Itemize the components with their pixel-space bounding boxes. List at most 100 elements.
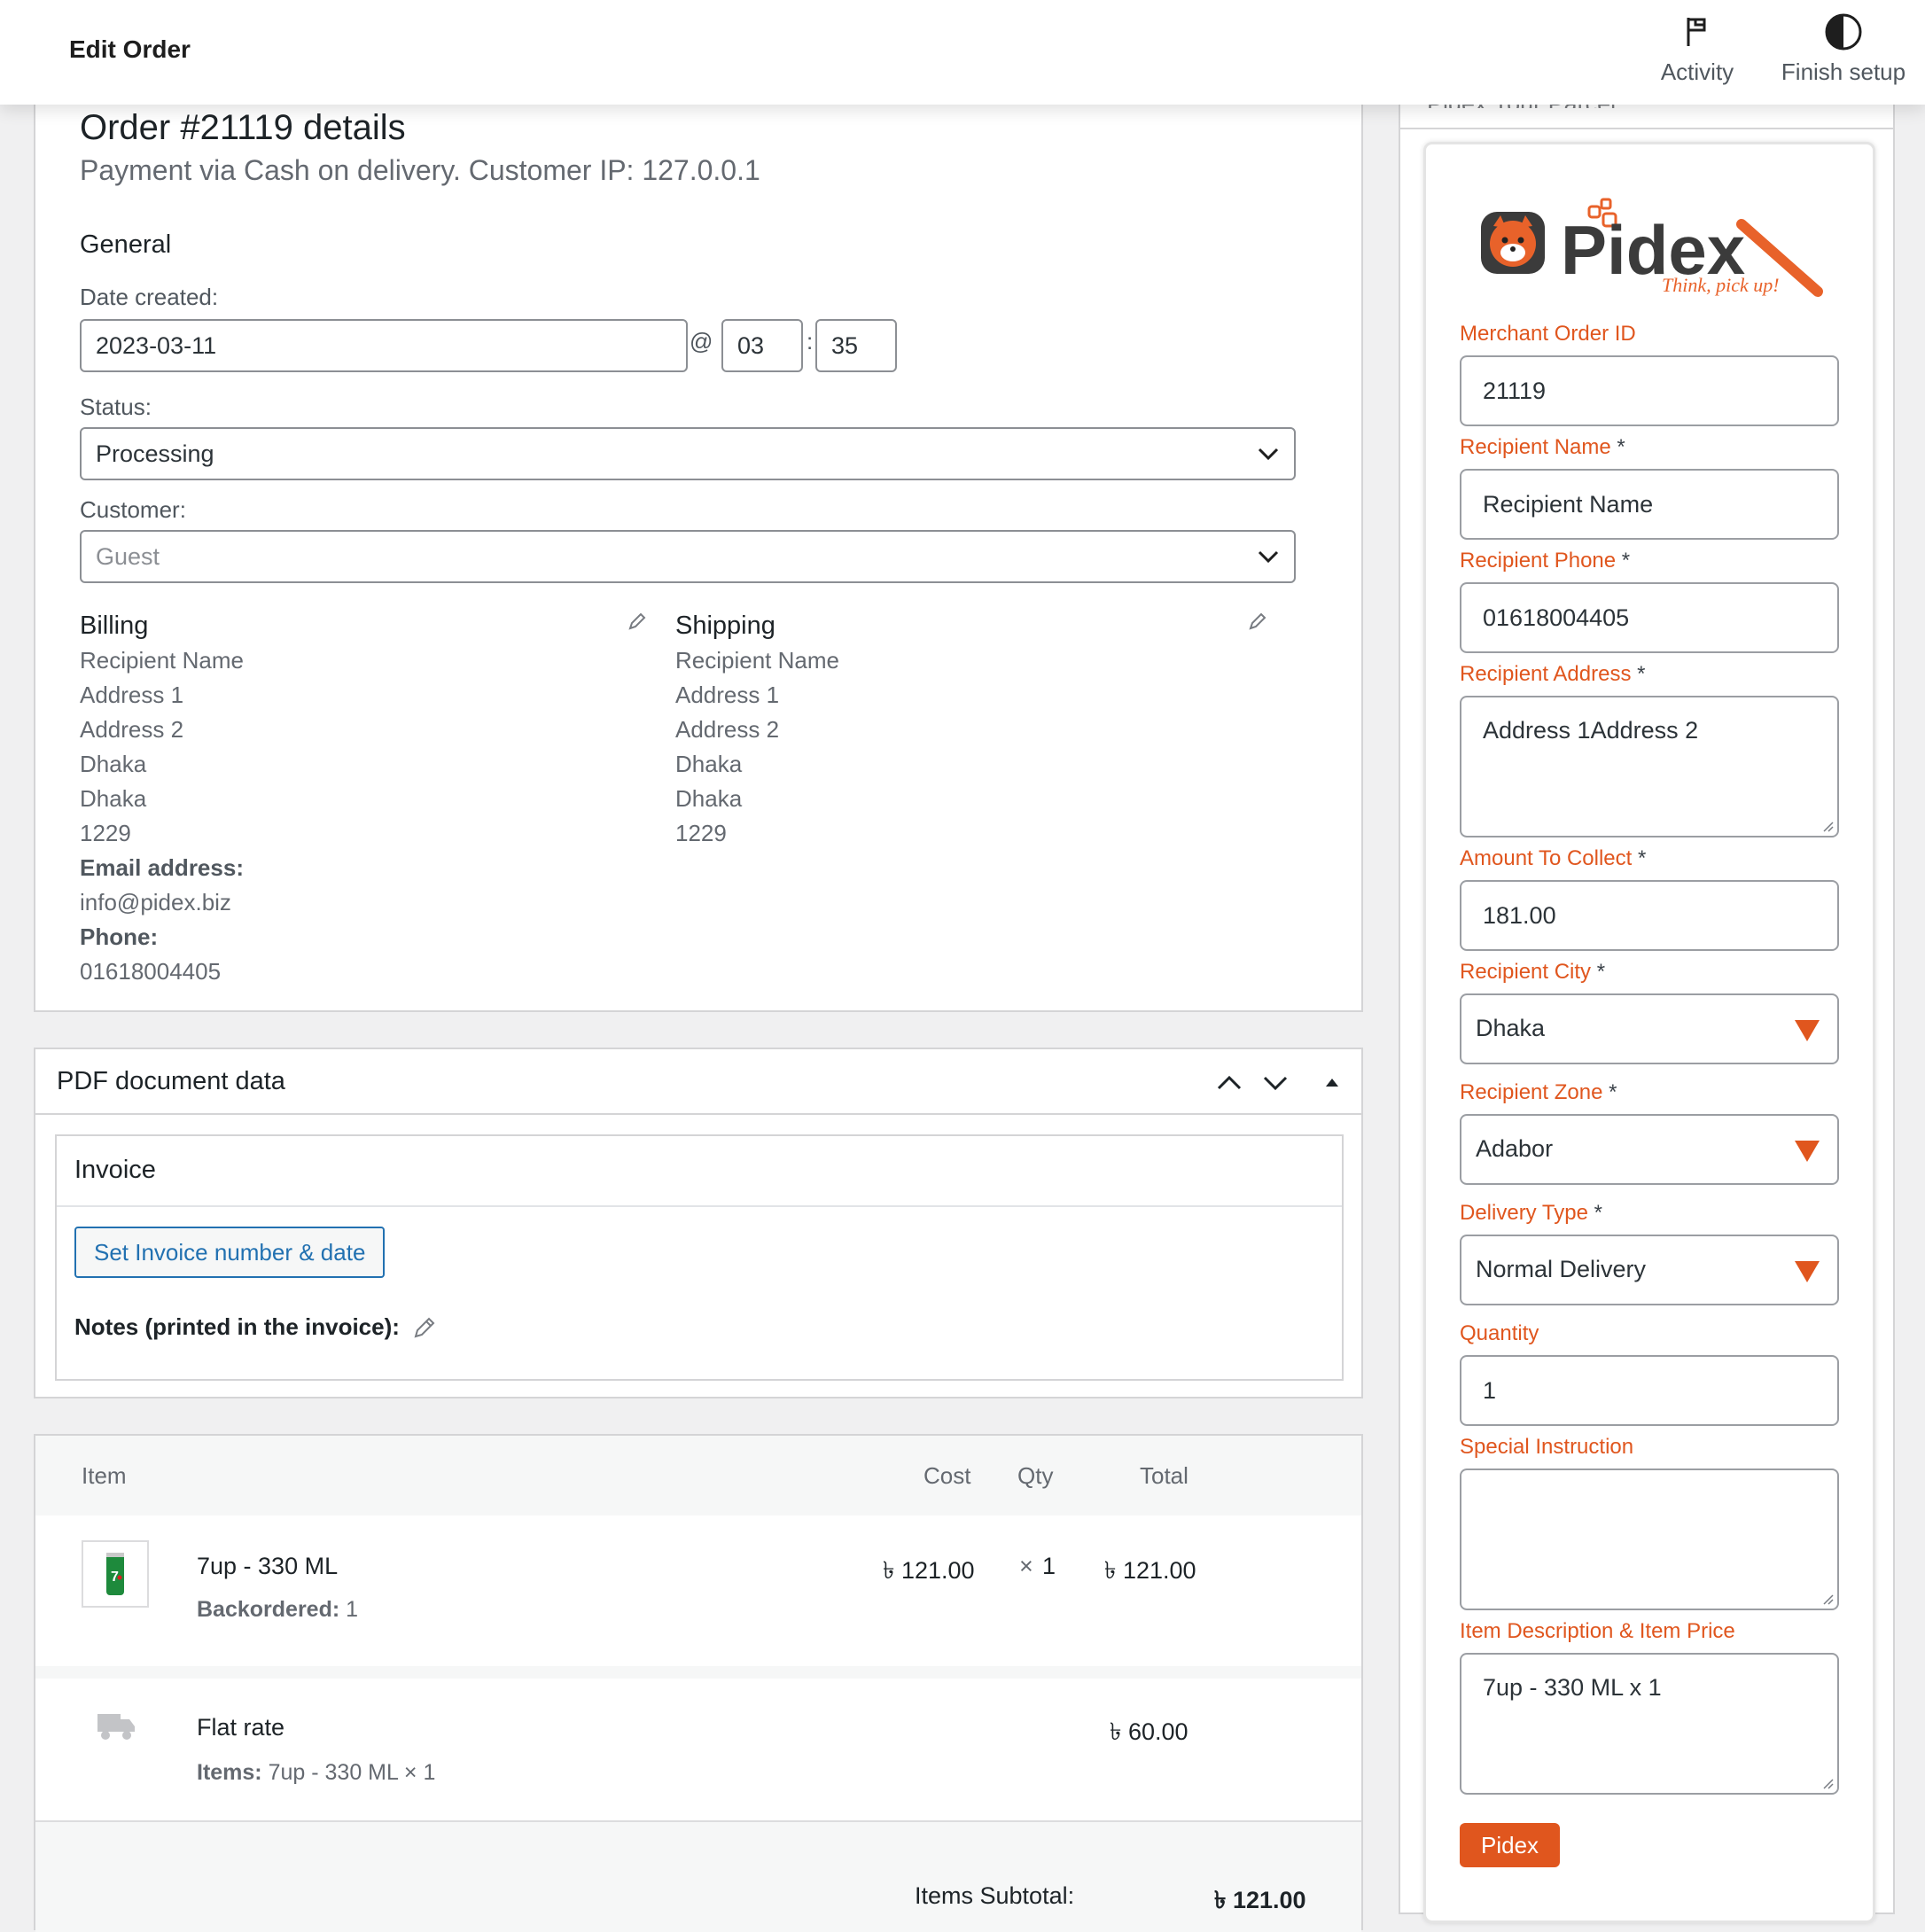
- backordered-label: Backordered:: [197, 1597, 340, 1622]
- recipient-name-input[interactable]: Recipient Name: [1460, 469, 1839, 540]
- subtotal-value: ৳ 121.00: [1214, 1887, 1306, 1913]
- resize-grip-icon[interactable]: [1821, 820, 1834, 832]
- edit-billing-pencil-icon[interactable]: [627, 612, 647, 631]
- recipient-name-label: Recipient Name *: [1460, 435, 1625, 460]
- required-marker: *: [1609, 1080, 1617, 1104]
- order-title: Order #21119 details: [80, 108, 406, 147]
- email-value[interactable]: info@pidex.biz: [80, 885, 244, 920]
- order-items-panel: Item Cost Qty Total 7 7up - 330 ML Backo…: [34, 1434, 1363, 1932]
- activity-label: Activity: [1660, 58, 1734, 85]
- delivery-type-select[interactable]: Normal Delivery: [1460, 1235, 1839, 1305]
- pdf-panel-header[interactable]: PDF document data: [35, 1049, 1361, 1115]
- dropdown-triangle-icon: [1795, 1020, 1820, 1041]
- move-down-chevron-icon[interactable]: [1260, 1069, 1290, 1095]
- recipient-city-select[interactable]: Dhaka: [1460, 993, 1839, 1064]
- row-separator: [35, 1666, 1361, 1679]
- recipient-address-label: Recipient Address *: [1460, 662, 1645, 687]
- finish-setup-button[interactable]: Finish setup: [1773, 12, 1914, 86]
- general-heading: General: [80, 230, 172, 259]
- recipient-zone-select[interactable]: Adabor: [1460, 1114, 1839, 1185]
- recipient-city-label: Recipient City *: [1460, 960, 1605, 985]
- invoice-heading: Invoice: [74, 1156, 156, 1184]
- shipping-total: ৳ 60.00: [1110, 1718, 1189, 1745]
- customer-select[interactable]: Guest: [80, 530, 1296, 583]
- recipient-city-value: Dhaka: [1476, 1015, 1546, 1041]
- item-description-value: 7up - 330 ML x 1: [1483, 1674, 1662, 1701]
- order-payment-info: Payment via Cash on delivery. Customer I…: [80, 154, 760, 186]
- merchant-order-id-input[interactable]: 21119: [1460, 355, 1839, 426]
- quantity-input[interactable]: 1: [1460, 1355, 1839, 1426]
- label-text: Merchant Order ID: [1460, 322, 1636, 346]
- chevron-down-icon: [1258, 448, 1279, 461]
- shipping-address: Recipient Name Address 1 Address 2 Dhaka…: [675, 643, 839, 851]
- minute-input[interactable]: 35: [815, 319, 897, 372]
- required-marker: *: [1617, 435, 1625, 459]
- billing-line: Address 1: [80, 682, 184, 708]
- product-name[interactable]: 7up - 330 ML: [197, 1553, 338, 1580]
- billing-line: Dhaka: [80, 785, 147, 812]
- page-title: Edit Order: [69, 35, 191, 63]
- required-marker: *: [1594, 1201, 1602, 1225]
- chevron-down-icon: [1258, 550, 1279, 564]
- totals-area: Items Subtotal: ৳ 121.00: [35, 1822, 1361, 1932]
- pidex-submit-button[interactable]: Pidex: [1460, 1823, 1561, 1867]
- customer-label: Customer:: [80, 496, 186, 523]
- item-description-textarea[interactable]: 7up - 330 ML x 1: [1460, 1653, 1839, 1795]
- label-text: Recipient Zone: [1460, 1080, 1603, 1104]
- set-invoice-number-button[interactable]: Set Invoice number & date: [74, 1227, 386, 1278]
- pidex-logo: Pidex Think, pick up!: [1481, 198, 1823, 297]
- table-row[interactable]: Flat rate Items: 7up - 330 ML × 1 ৳ 60.0…: [35, 1679, 1361, 1820]
- quantity-label: Quantity: [1460, 1321, 1539, 1346]
- status-select[interactable]: Processing: [80, 427, 1296, 480]
- truck-icon: [97, 1714, 135, 1740]
- label-text: Recipient Address: [1460, 662, 1632, 686]
- col-item: Item: [82, 1462, 127, 1489]
- label-text: Amount To Collect: [1460, 846, 1633, 870]
- shipping-items-value: 7up - 330 ML × 1: [268, 1760, 436, 1785]
- soda-can-icon: 7: [106, 1553, 124, 1595]
- phone-value[interactable]: 01618004405: [80, 954, 244, 989]
- amount-to-collect-input[interactable]: 181.00: [1460, 880, 1839, 951]
- delivery-type-label: Delivery Type *: [1460, 1201, 1602, 1226]
- shipping-line: Address 2: [675, 716, 780, 743]
- edit-notes-pencil-icon[interactable]: [412, 1315, 437, 1340]
- col-total: Total: [1140, 1462, 1189, 1489]
- label-text: Item Description & Item Price: [1460, 1619, 1735, 1643]
- item-description-label: Item Description & Item Price: [1460, 1619, 1735, 1644]
- phone-label: Phone:: [80, 923, 159, 950]
- status-label: Status:: [80, 393, 152, 420]
- billing-address: Recipient Name Address 1 Address 2 Dhaka…: [80, 643, 244, 989]
- recipient-address-textarea[interactable]: Address 1Address 2: [1460, 696, 1839, 837]
- label-text: Delivery Type: [1460, 1201, 1588, 1225]
- order-details-panel: Order #21119 details Payment via Cash on…: [34, 89, 1363, 1012]
- shipping-method-name[interactable]: Flat rate: [197, 1714, 284, 1741]
- resize-grip-icon[interactable]: [1821, 1777, 1834, 1789]
- email-label: Email address:: [80, 854, 244, 881]
- shipping-heading: Shipping: [675, 612, 775, 640]
- move-up-chevron-icon[interactable]: [1214, 1069, 1244, 1095]
- resize-grip-icon[interactable]: [1821, 1593, 1834, 1605]
- collapse-triangle-icon[interactable]: [1317, 1069, 1347, 1095]
- special-instruction-textarea[interactable]: [1460, 1468, 1839, 1610]
- table-row[interactable]: 7 7up - 330 ML Backordered: 1 ৳ 121.00 ×…: [35, 1515, 1361, 1666]
- hour-input[interactable]: 03: [721, 319, 803, 372]
- label-text: Recipient City: [1460, 960, 1592, 984]
- invoice-box: Invoice Set Invoice number & date Notes …: [55, 1134, 1344, 1381]
- activity-button[interactable]: Activity: [1648, 12, 1746, 86]
- pidex-tagline: Think, pick up!: [1662, 274, 1780, 296]
- backordered-meta: Backordered: 1: [197, 1597, 358, 1623]
- label-text: Special Instruction: [1460, 1435, 1634, 1459]
- notes-label: Notes (printed in the invoice):: [74, 1313, 400, 1340]
- dropdown-triangle-icon: [1795, 1141, 1820, 1162]
- recipient-zone-value: Adabor: [1476, 1135, 1554, 1162]
- date-created-input[interactable]: 2023-03-11: [80, 319, 688, 372]
- pdf-document-panel: PDF document data Invoice Set Invoice nu…: [34, 1048, 1363, 1398]
- required-marker: *: [1638, 846, 1647, 870]
- label-text: Recipient Name: [1460, 435, 1611, 459]
- invoice-notes: Notes (printed in the invoice):: [74, 1313, 437, 1341]
- top-bar: Edit Order Activity Finish setup: [0, 0, 1925, 105]
- recipient-phone-input[interactable]: 01618004405: [1460, 582, 1839, 653]
- product-total: ৳ 121.00: [1104, 1557, 1196, 1584]
- amount-to-collect-label: Amount To Collect *: [1460, 846, 1646, 871]
- edit-shipping-pencil-icon[interactable]: [1248, 612, 1267, 631]
